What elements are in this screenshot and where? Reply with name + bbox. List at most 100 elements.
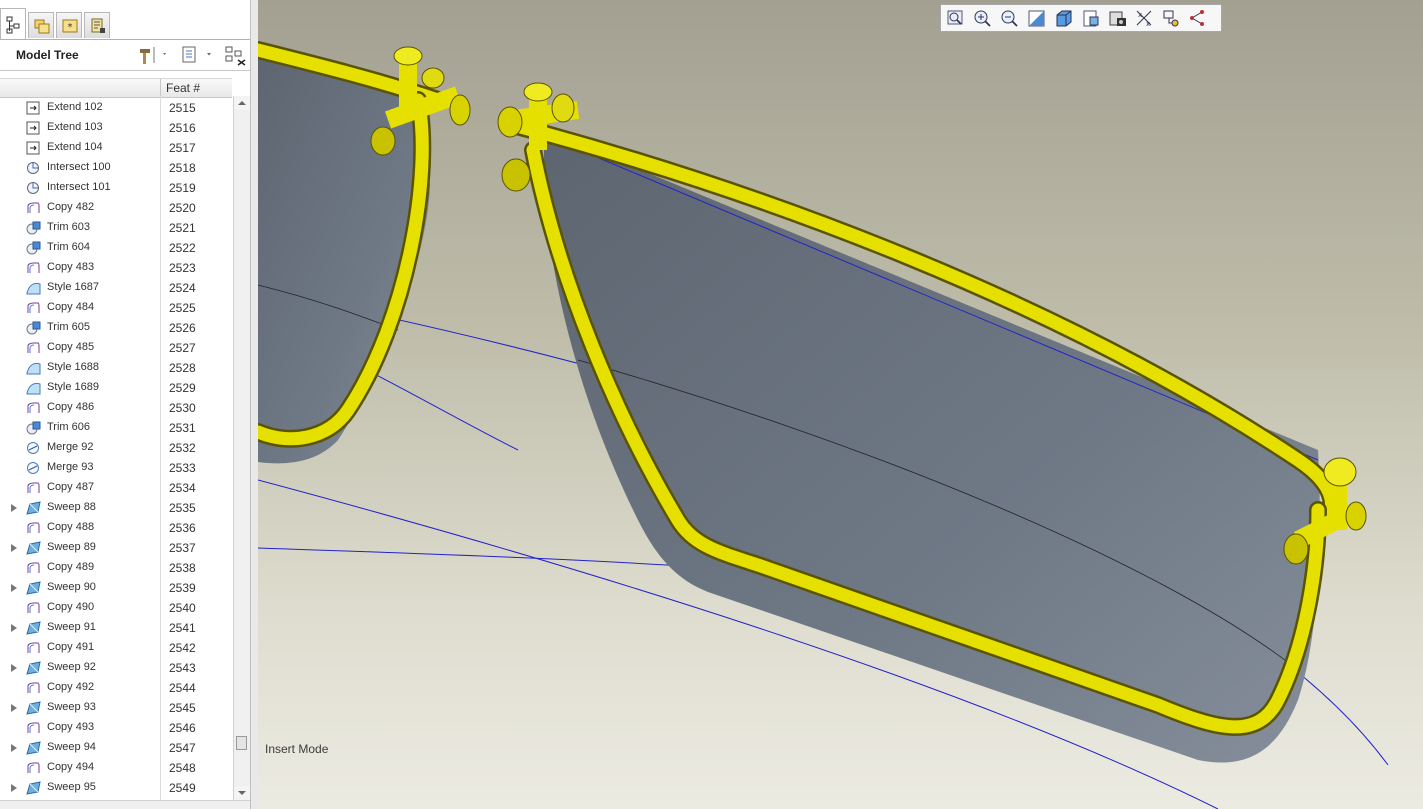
tree-row[interactable]: Sweep 92 2543 <box>0 658 232 678</box>
tree-row[interactable]: Copy 482 2520 <box>0 198 232 218</box>
folder-browser-tab[interactable] <box>28 12 54 38</box>
feat-number-column-header[interactable]: Feat # <box>166 81 200 95</box>
panel-splitter[interactable] <box>250 0 258 809</box>
tree-row[interactable]: Sweep 90 2539 <box>0 578 232 598</box>
trim-feature-icon <box>26 241 41 255</box>
tree-row[interactable]: Merge 93 2533 <box>0 458 232 478</box>
copy-feature-icon <box>26 481 41 495</box>
tree-row[interactable]: Trim 604 2522 <box>0 238 232 258</box>
feature-number: 2538 <box>169 561 196 575</box>
tree-row[interactable]: Sweep 89 2537 <box>0 538 232 558</box>
feature-number: 2549 <box>169 781 196 795</box>
model-tree-tab[interactable] <box>0 8 26 40</box>
show-hide-button[interactable] <box>224 45 248 72</box>
scroll-down-button[interactable] <box>234 786 250 800</box>
refit-button[interactable] <box>945 8 967 28</box>
favorites-tab[interactable]: * <box>56 12 82 38</box>
hammer-settings-icon <box>140 47 166 64</box>
tree-row[interactable]: Extend 103 2516 <box>0 118 232 138</box>
sweep-feature-icon <box>26 541 41 555</box>
tree-row[interactable]: Merge 92 2532 <box>0 438 232 458</box>
copy-feature-icon <box>26 681 41 695</box>
scroll-up-button[interactable] <box>234 96 250 110</box>
zoom-out-button[interactable] <box>999 8 1021 28</box>
tree-row[interactable]: Copy 488 2536 <box>0 518 232 538</box>
tree-row[interactable]: Sweep 94 2547 <box>0 738 232 758</box>
feature-number: 2544 <box>169 681 196 695</box>
feature-name: Intersect 101 <box>47 181 111 193</box>
trim-feature-icon <box>26 321 41 335</box>
display-style-button[interactable] <box>1053 8 1075 28</box>
datum-display-icon: xx <box>1136 10 1152 28</box>
feature-name: Trim 603 <box>47 221 90 233</box>
horizontal-scrollbar[interactable] <box>0 800 250 809</box>
tree-row[interactable]: Copy 489 2538 <box>0 558 232 578</box>
merge-feature-icon <box>26 441 41 455</box>
scroll-thumb[interactable] <box>236 736 247 750</box>
expand-arrow-icon[interactable] <box>11 784 17 792</box>
spin-center-button[interactable] <box>1161 8 1183 28</box>
tree-row[interactable]: Sweep 91 2541 <box>0 618 232 638</box>
tree-row[interactable]: Copy 494 2548 <box>0 758 232 778</box>
zoom-in-button[interactable] <box>972 8 994 28</box>
tree-row[interactable]: Copy 485 2527 <box>0 338 232 358</box>
tree-row[interactable]: Copy 493 2546 <box>0 718 232 738</box>
saved-views-button[interactable] <box>1080 8 1102 28</box>
tree-row[interactable]: Trim 603 2521 <box>0 218 232 238</box>
annotation-display-button[interactable] <box>1188 8 1210 28</box>
view-manager-button[interactable] <box>1107 8 1129 28</box>
tree-row[interactable]: Copy 483 2523 <box>0 258 232 278</box>
tree-row[interactable]: Copy 490 2540 <box>0 598 232 618</box>
tree-row[interactable]: Sweep 93 2545 <box>0 698 232 718</box>
extend-feature-icon <box>26 141 41 155</box>
feature-name: Copy 486 <box>47 401 95 413</box>
feature-number: 2517 <box>169 141 196 155</box>
feature-name: Trim 604 <box>47 241 90 253</box>
expand-arrow-icon[interactable] <box>11 584 17 592</box>
expand-arrow-icon[interactable] <box>11 704 17 712</box>
tree-row[interactable]: Copy 487 2534 <box>0 478 232 498</box>
expand-arrow-icon[interactable] <box>11 504 17 512</box>
right-lens-surface <box>543 130 1320 763</box>
tree-row[interactable]: Extend 104 2517 <box>0 138 232 158</box>
feature-name: Copy 484 <box>47 301 95 313</box>
expand-arrow-icon[interactable] <box>11 744 17 752</box>
tree-row[interactable]: Copy 492 2544 <box>0 678 232 698</box>
tree-row[interactable]: Copy 486 2530 <box>0 398 232 418</box>
tree-filters-icon <box>182 46 211 63</box>
feature-number: 2540 <box>169 601 196 615</box>
tree-filters-button[interactable] <box>180 45 216 70</box>
scroll-down-icon <box>238 791 246 795</box>
layer-tab-icon <box>91 18 105 33</box>
column-separator[interactable] <box>160 79 161 97</box>
layer-tab[interactable] <box>84 12 110 38</box>
expand-arrow-icon[interactable] <box>11 664 17 672</box>
tree-row[interactable]: Style 1688 2528 <box>0 358 232 378</box>
tree-row[interactable]: Sweep 95 2549 <box>0 778 232 798</box>
tree-row[interactable]: Trim 605 2526 <box>0 318 232 338</box>
tree-row[interactable]: Style 1689 2529 <box>0 378 232 398</box>
expand-arrow-icon[interactable] <box>11 624 17 632</box>
tree-row[interactable]: Intersect 100 2518 <box>0 158 232 178</box>
tree-row[interactable]: Sweep 88 2535 <box>0 498 232 518</box>
merge-feature-icon <box>26 461 41 475</box>
copy-feature-icon <box>26 761 41 775</box>
tree-row[interactable]: Trim 606 2531 <box>0 418 232 438</box>
3d-model-view[interactable] <box>258 0 1423 809</box>
tree-row[interactable]: Copy 491 2542 <box>0 638 232 658</box>
feature-number: 2548 <box>169 761 196 775</box>
tree-row[interactable]: Intersect 101 2519 <box>0 178 232 198</box>
repaint-button[interactable] <box>1026 8 1048 28</box>
svg-text:*: * <box>68 22 73 33</box>
tree-row[interactable]: Extend 102 2515 <box>0 98 232 118</box>
tree-row[interactable]: Copy 484 2525 <box>0 298 232 318</box>
vertical-scrollbar[interactable] <box>233 96 250 800</box>
datum-display-button[interactable]: xx <box>1134 8 1156 28</box>
tree-row[interactable]: Style 1687 2524 <box>0 278 232 298</box>
graphics-window[interactable]: xx Insert Mode <box>258 0 1423 809</box>
copy-feature-icon <box>26 201 41 215</box>
feature-number: 2531 <box>169 421 196 435</box>
sweep-feature-icon <box>26 621 41 635</box>
expand-arrow-icon[interactable] <box>11 544 17 552</box>
settings-menu-button[interactable] <box>138 45 168 70</box>
